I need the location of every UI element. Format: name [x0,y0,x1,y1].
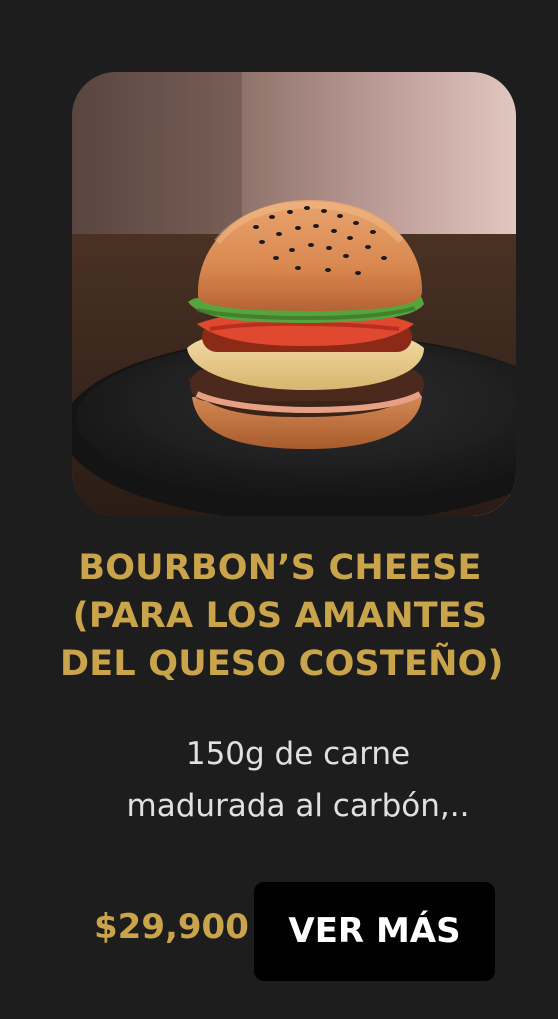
product-title-line-2: (PARA LOS AMANTES [72,596,488,636]
burger-photo-icon [72,72,516,516]
product-description-line-1: 150g de carne [185,736,411,772]
view-more-button[interactable]: VER MÁS [254,882,495,981]
product-title-line-1: BOURBON’S CHEESE [78,548,482,588]
product-description-line-2: madurada al carbón,.. [126,788,470,824]
product-title: BOURBON’S CHEESE (PARA LOS AMANTES DEL Q… [60,544,504,688]
product-card: BOURBON’S CHEESE (PARA LOS AMANTES DEL Q… [0,0,558,1019]
product-price: $29,900 [94,907,249,947]
product-image[interactable] [72,72,516,516]
product-description: 150g de carne madurada al carbón,.. [88,728,508,832]
product-title-line-3: DEL QUESO COSTEÑO) [60,644,504,684]
